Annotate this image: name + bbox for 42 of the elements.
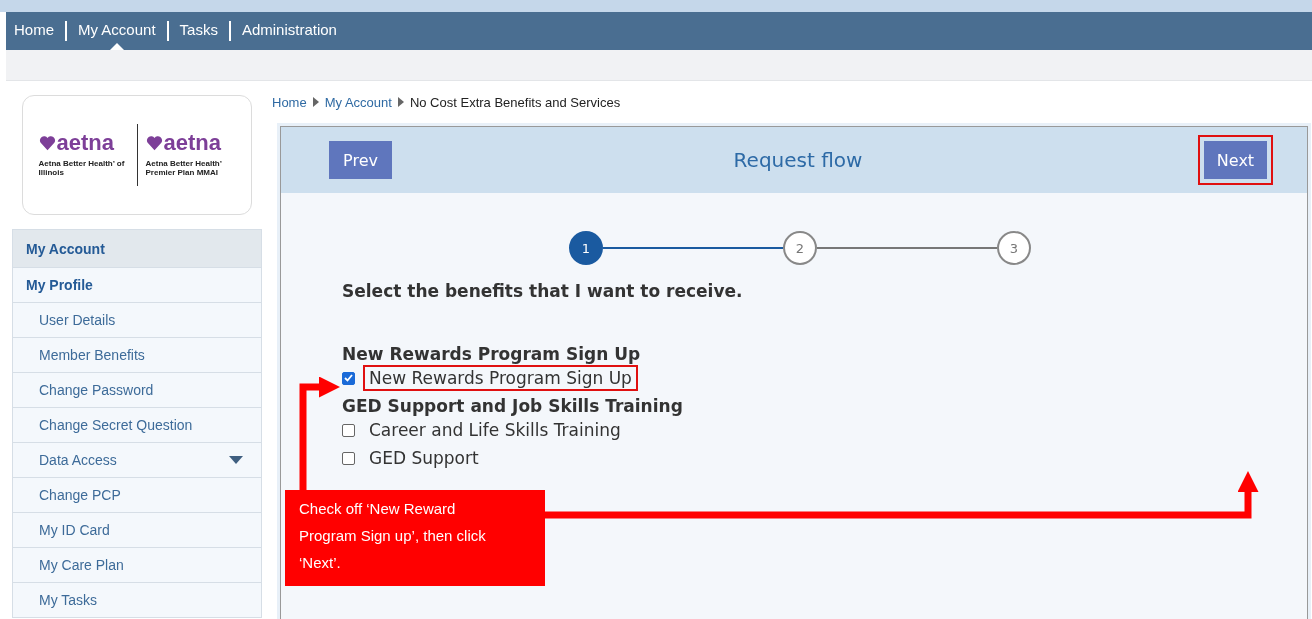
caret-down-icon (229, 456, 243, 464)
sidebar-item[interactable]: Change Password (13, 373, 261, 408)
sidebar-item[interactable]: Data Access (13, 443, 261, 478)
option-label[interactable]: GED Support (363, 445, 485, 471)
step-circle: 1 (569, 231, 603, 265)
brand-logo: aetna (145, 132, 236, 155)
prompt-text: Select the benefits that I want to receive. (342, 281, 744, 301)
brand-logo: aetna (38, 132, 129, 155)
heart-icon (38, 135, 56, 151)
sidebar-item[interactable]: My Profile (13, 268, 261, 303)
group-title: New Rewards Program Sign Up (342, 344, 642, 364)
sidebar-item[interactable]: Change PCP (13, 478, 261, 513)
option-label[interactable]: New Rewards Program Sign Up (363, 365, 638, 391)
nav-link[interactable]: Administration (241, 12, 337, 50)
breadcrumb-arrow-icon (397, 97, 404, 107)
panel-title: Request flow (733, 148, 863, 172)
brand-subtitle: Aetna Better Health’ of Illinois (38, 160, 126, 178)
checkbox[interactable] (342, 423, 355, 437)
callout-note: Check off ‘New Reward Program Sign up’, then click ‘Next’. (285, 490, 545, 586)
prev-button[interactable]: Prev (329, 141, 392, 179)
step-circle: 3 (997, 231, 1031, 265)
checkbox[interactable] (342, 371, 355, 385)
nav-link[interactable]: Home (14, 12, 54, 50)
checkbox[interactable] (342, 451, 355, 465)
current-page-label: No Cost Extra Benefits and Services (409, 94, 621, 110)
breadcrumb-arrow-icon (312, 97, 319, 107)
sidebar-header[interactable]: My Account (13, 230, 261, 268)
sidebar-item[interactable]: Change Secret Question (13, 408, 261, 443)
breadcrumb-link[interactable]: My Account (324, 94, 392, 110)
sidebar-item[interactable]: Member Benefits (13, 338, 261, 373)
option-label[interactable]: Career and Life Skills Training (363, 417, 627, 443)
brand-subtitle: Aetna Better Health’ Premier Plan MMAI (145, 160, 223, 178)
step-circle: 2 (783, 231, 817, 265)
next-button[interactable]: Next (1204, 141, 1267, 179)
breadcrumb-link[interactable]: Home (272, 94, 307, 110)
heart-icon (145, 135, 163, 151)
nav-link[interactable]: Tasks (179, 12, 218, 50)
sidebar-item[interactable]: User Details (13, 303, 261, 338)
sidebar-item[interactable]: My Tasks (13, 583, 261, 618)
sidebar-item[interactable]: My Care Plan (13, 548, 261, 583)
sidebar-item[interactable]: My ID Card (13, 513, 261, 548)
group-title: GED Support and Job Skills Training (342, 396, 684, 416)
